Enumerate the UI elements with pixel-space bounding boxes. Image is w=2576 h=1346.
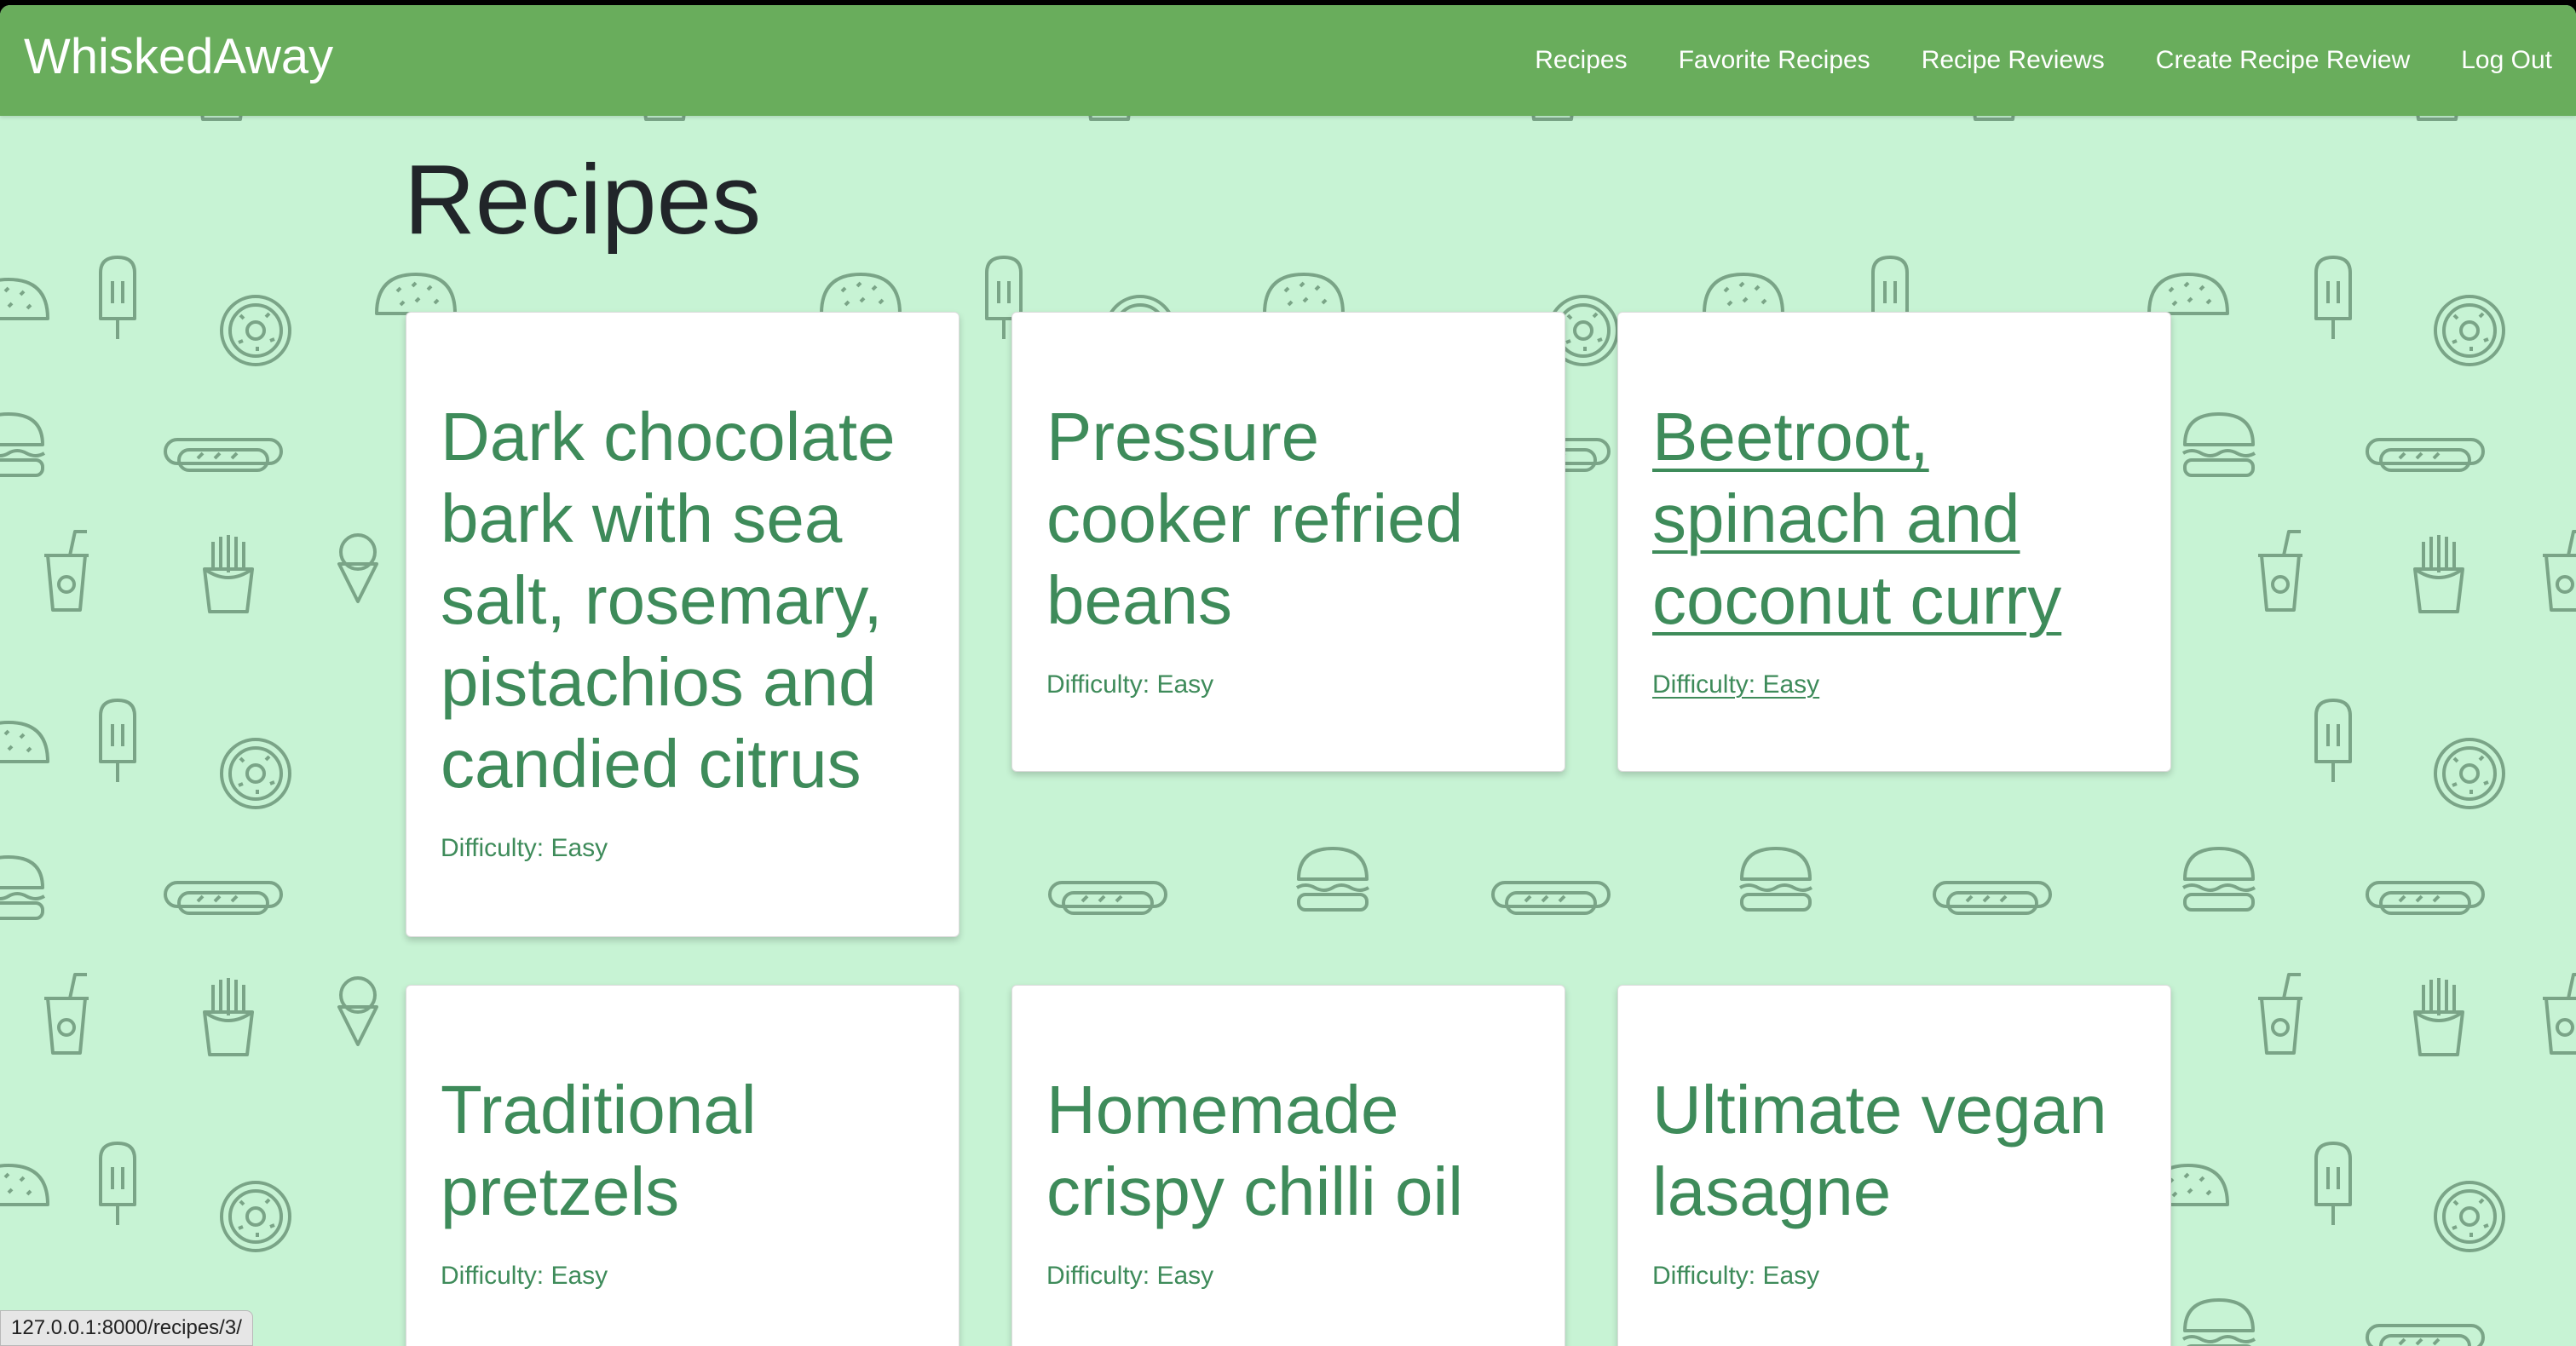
recipe-title: Homemade crispy chilli oil <box>1046 1072 1463 1229</box>
recipe-card[interactable]: Ultimate vegan lasagne Difficulty: Easy <box>1617 985 2171 1346</box>
recipe-title: Pressure cooker refried beans <box>1046 399 1464 638</box>
recipe-card[interactable]: Homemade crispy chilli oil Difficulty: E… <box>1011 985 1565 1346</box>
recipe-title: Traditional pretzels <box>441 1072 757 1229</box>
recipe-difficulty: Difficulty: Easy <box>1652 1262 1820 1290</box>
nav-link-recipes[interactable]: Recipes <box>1535 48 1627 73</box>
recipe-difficulty: Difficulty: Easy <box>1046 1262 1214 1290</box>
nav-link-recipe-reviews[interactable]: Recipe Reviews <box>1922 48 2105 73</box>
link-preview-status-bar: 127.0.0.1:8000/recipes/3/ <box>0 1310 253 1346</box>
brand-logo-link[interactable]: WhiskedAway <box>24 32 333 82</box>
recipe-card[interactable]: Beetroot, spinach and coconut curry Diff… <box>1617 312 2171 772</box>
nav-link-create-recipe-review[interactable]: Create Recipe Review <box>2156 48 2410 73</box>
recipe-title: Dark chocolate bark with sea salt, rosem… <box>441 399 896 802</box>
top-navbar: WhiskedAway Recipes Favorite Recipes Rec… <box>0 5 2576 116</box>
recipe-title: Ultimate vegan lasagne <box>1652 1072 2107 1229</box>
nav-link-log-out[interactable]: Log Out <box>2461 48 2552 73</box>
recipe-difficulty: Difficulty: Easy <box>1652 670 1820 699</box>
recipe-card[interactable]: Pressure cooker refried beans Difficulty… <box>1011 312 1565 772</box>
recipe-card[interactable]: Traditional pretzels Difficulty: Easy <box>406 985 960 1346</box>
recipe-title: Beetroot, spinach and coconut curry <box>1652 399 2062 638</box>
recipe-difficulty: Difficulty: Easy <box>441 834 608 862</box>
recipe-difficulty: Difficulty: Easy <box>1046 670 1214 699</box>
nav-links: Recipes Favorite Recipes Recipe Reviews … <box>1535 48 2552 73</box>
browser-viewport: WhiskedAway Recipes Favorite Recipes Rec… <box>0 5 2576 1346</box>
page-title: Recipes <box>404 144 762 255</box>
nav-link-favorite-recipes[interactable]: Favorite Recipes <box>1679 48 1870 73</box>
recipe-card[interactable]: Dark chocolate bark with sea salt, rosem… <box>406 312 960 937</box>
recipe-difficulty: Difficulty: Easy <box>441 1262 608 1290</box>
